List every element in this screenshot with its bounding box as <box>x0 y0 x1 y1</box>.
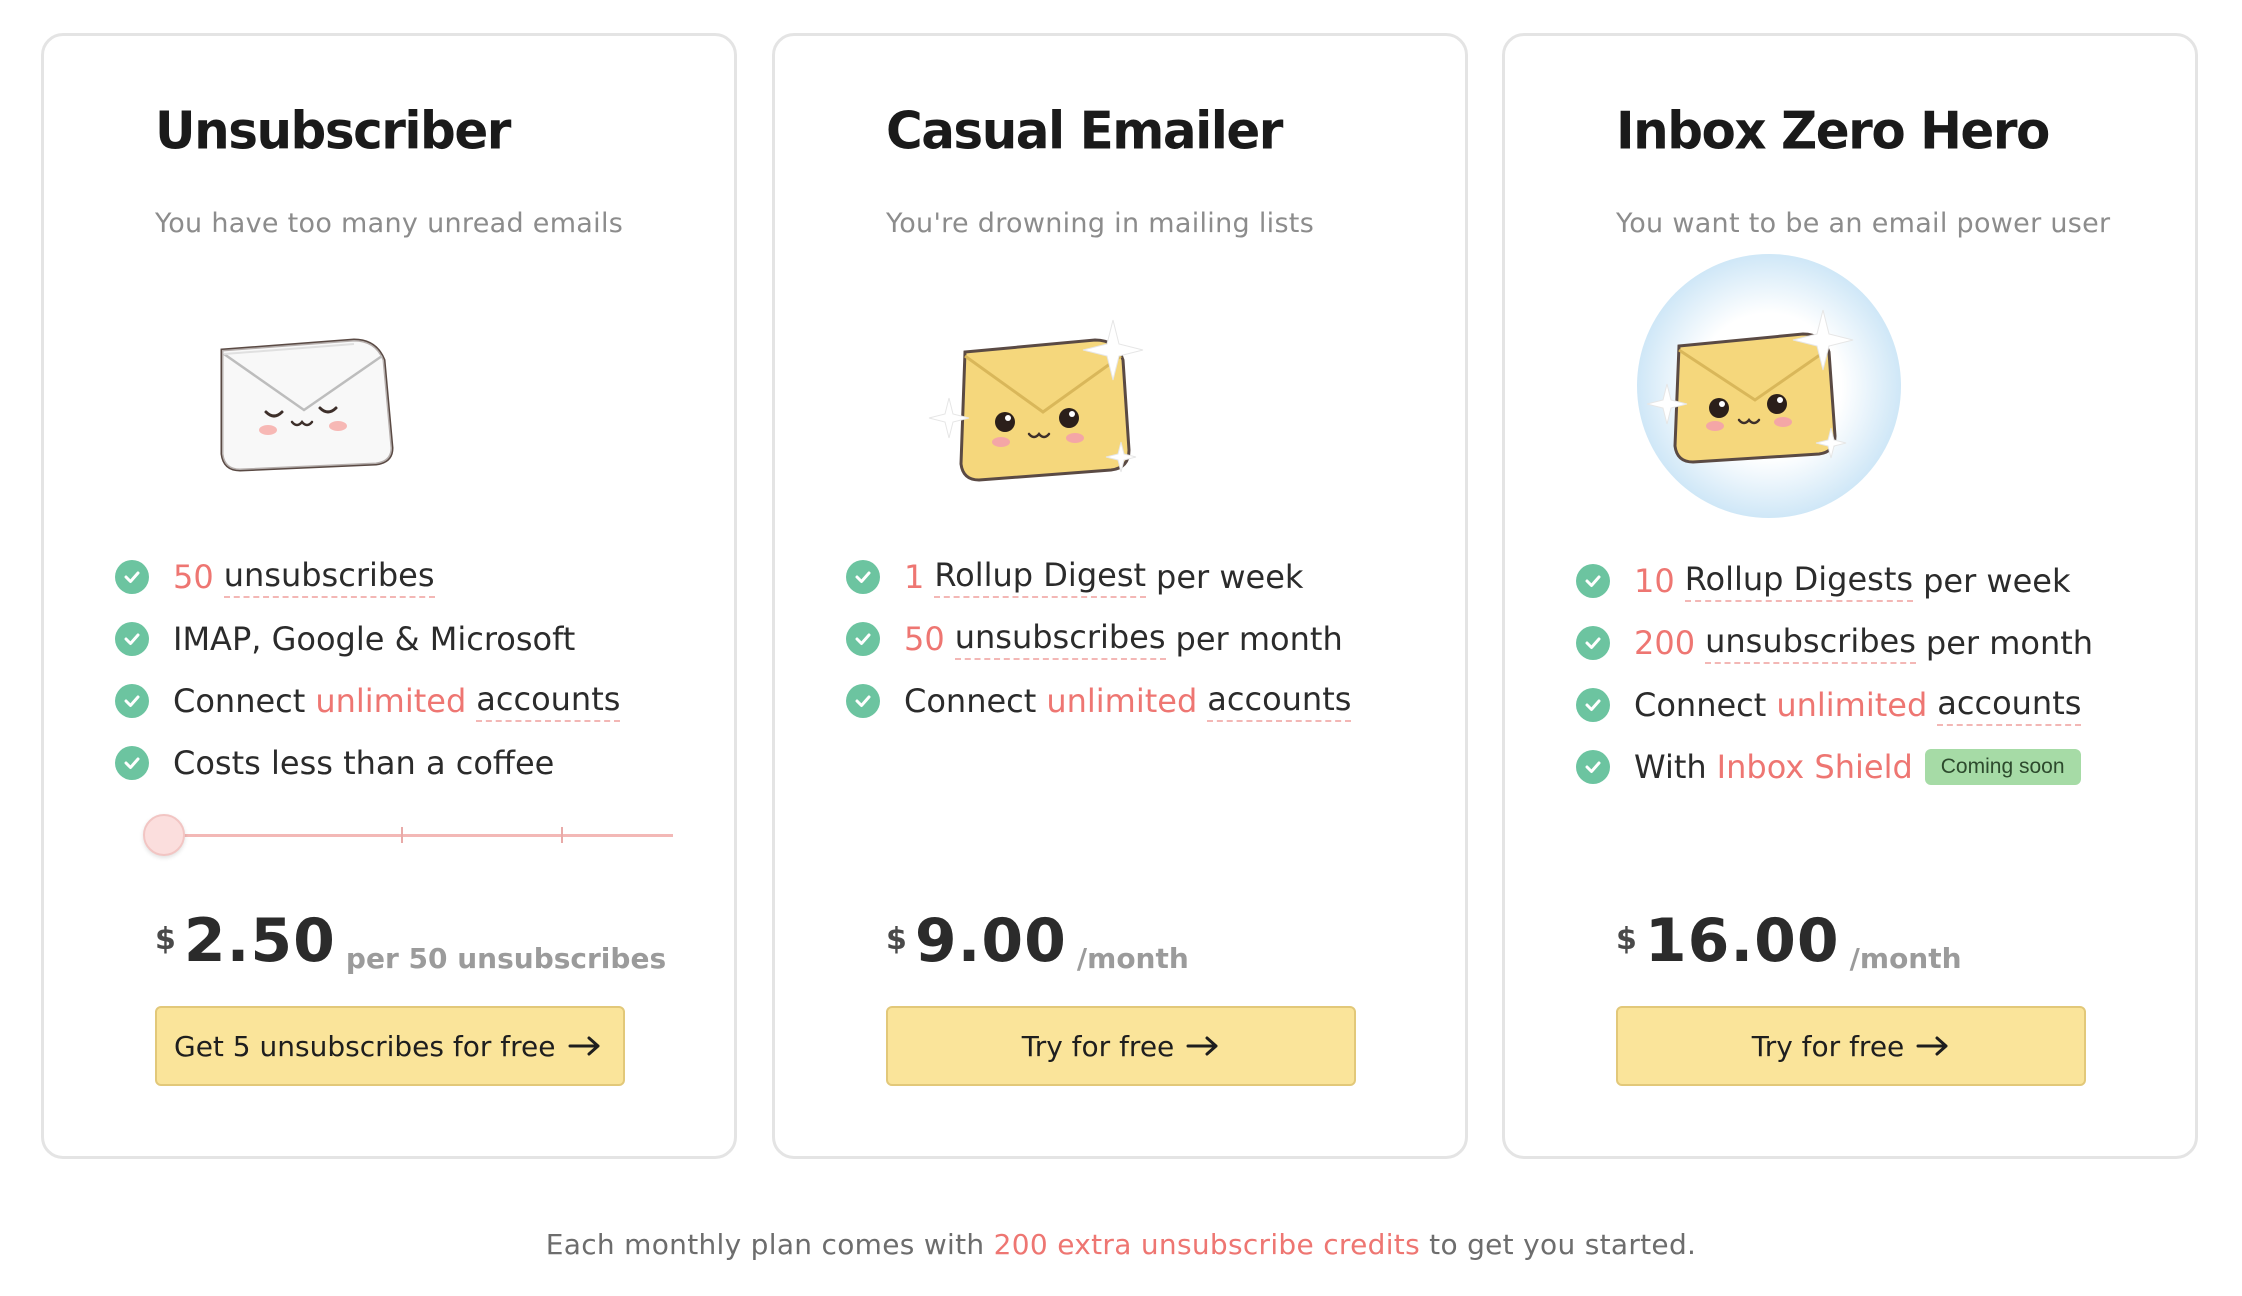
feature-item: 10 Rollup Digests per week <box>1576 550 2093 612</box>
slider-tick <box>561 827 563 843</box>
cta-label: Get 5 unsubscribes for free <box>174 1029 556 1063</box>
coming-soon-badge: Coming soon <box>1924 749 2081 785</box>
feature-count: 10 <box>1634 562 1675 600</box>
feature-item: Connect unlimited accounts <box>115 670 621 732</box>
feature-highlight: unlimited <box>315 682 467 720</box>
plan-subtitle: You're drowning in mailing lists <box>886 208 1315 239</box>
cta-label: Try for free <box>1751 1029 1905 1063</box>
check-icon <box>115 622 149 656</box>
feature-list: 10 Rollup Digests per week 200 unsubscri… <box>1576 550 2093 798</box>
feature-text: Connect <box>1634 686 1767 724</box>
check-icon <box>846 560 880 594</box>
feature-text: Connect <box>173 682 306 720</box>
feature-suffix: per week <box>1156 558 1304 596</box>
plan-card-casual-emailer: Casual Emailer You're drowning in mailin… <box>772 33 1468 1159</box>
feature-count: 50 <box>904 620 945 658</box>
check-icon <box>1576 564 1610 598</box>
feature-suffix: per month <box>1175 620 1343 658</box>
check-icon <box>1576 688 1610 722</box>
price-period: /month <box>1076 942 1189 975</box>
feature-item: IMAP, Google & Microsoft <box>115 608 620 670</box>
check-icon <box>1576 750 1610 784</box>
feature-item: Connect unlimited accounts <box>1576 674 2093 736</box>
slider-tick <box>401 827 403 843</box>
plan-card-inbox-zero-hero: Inbox Zero Hero You want to be an email … <box>1502 33 2198 1159</box>
try-for-free-button[interactable]: Try for free <box>1616 1006 2086 1086</box>
feature-item: Connect unlimited accounts <box>846 670 1352 732</box>
plan-price: $ 2.50 per 50 unsubscribes <box>155 906 666 976</box>
plan-subtitle: You want to be an email power user <box>1616 208 2111 239</box>
feature-text: Rollup Digest <box>934 556 1147 598</box>
check-icon <box>846 622 880 656</box>
feature-text: accounts <box>1937 684 2082 726</box>
feature-highlight: unlimited <box>1046 682 1198 720</box>
arrow-right-icon <box>1186 1035 1220 1057</box>
feature-suffix: per week <box>1923 562 2071 600</box>
plan-title: Casual Emailer <box>886 100 1283 162</box>
price-amount: 9.00 <box>914 906 1067 976</box>
feature-text: With <box>1634 748 1707 786</box>
get-free-unsubscribes-button[interactable]: Get 5 unsubscribes for free <box>155 1006 625 1086</box>
feature-text: accounts <box>1207 680 1352 722</box>
feature-highlight: unlimited <box>1776 686 1928 724</box>
feature-suffix: per month <box>1925 624 2094 662</box>
feature-text: unsubscribes <box>1705 622 1916 664</box>
price-period: per 50 unsubscribes <box>345 942 667 975</box>
slider-track[interactable] <box>153 834 673 837</box>
feature-list: 50 unsubscribes IMAP, Google & Microsoft… <box>115 546 621 794</box>
plan-price: $ 9.00 /month <box>886 906 1189 976</box>
check-icon <box>115 746 149 780</box>
feature-item: 1 Rollup Digest per week <box>846 546 1351 608</box>
try-for-free-button[interactable]: Try for free <box>886 1006 1356 1086</box>
footer-note: Each monthly plan comes with 200 extra u… <box>0 1228 2242 1261</box>
feature-text: unsubscribes <box>223 556 435 598</box>
currency-symbol: $ <box>886 922 907 957</box>
feature-text: accounts <box>476 680 621 722</box>
check-icon <box>1576 626 1610 660</box>
feature-item: 200 unsubscribes per month <box>1576 612 2093 674</box>
check-icon <box>846 684 880 718</box>
check-icon <box>115 560 149 594</box>
shielded-envelope-illustration <box>1637 254 1901 518</box>
footer-highlight: 200 extra unsubscribe credits <box>993 1228 1420 1261</box>
feature-text: Rollup Digests <box>1684 560 1914 602</box>
currency-symbol: $ <box>155 922 176 957</box>
sleepy-envelope-illustration <box>220 338 394 472</box>
cta-label: Try for free <box>1021 1029 1175 1063</box>
price-amount: 16.00 <box>1644 906 1840 976</box>
price-period: /month <box>1849 942 1962 975</box>
feature-text: Connect <box>904 682 1037 720</box>
footer-text: Each monthly plan comes with <box>545 1228 985 1261</box>
feature-item: With Inbox Shield Coming soon <box>1576 736 2093 798</box>
feature-text: Costs less than a coffee <box>173 744 555 782</box>
feature-list: 1 Rollup Digest per week 50 unsubscribes… <box>846 546 1352 732</box>
slider-thumb[interactable] <box>143 814 185 856</box>
feature-count: 1 <box>904 558 925 596</box>
check-icon <box>115 684 149 718</box>
feature-highlight: Inbox Shield <box>1716 748 1913 786</box>
feature-count: 50 <box>173 558 214 596</box>
plan-subtitle: You have too many unread emails <box>155 208 624 239</box>
plan-card-unsubscriber: Unsubscriber You have too many unread em… <box>41 33 737 1159</box>
feature-item: 50 unsubscribes <box>115 546 620 608</box>
feature-item: 50 unsubscribes per month <box>846 608 1351 670</box>
plan-title: Unsubscriber <box>155 100 511 162</box>
footer-text: to get you started. <box>1429 1228 1697 1261</box>
arrow-right-icon <box>568 1035 602 1057</box>
feature-item: Costs less than a coffee <box>115 732 620 794</box>
price-amount: 2.50 <box>183 906 336 976</box>
feature-text: unsubscribes <box>954 618 1166 660</box>
feature-count: 200 <box>1634 624 1696 662</box>
sparkly-envelope-illustration <box>928 319 1144 482</box>
currency-symbol: $ <box>1616 922 1637 957</box>
arrow-right-icon <box>1916 1035 1950 1057</box>
unsubscribe-quantity-slider[interactable] <box>143 814 673 858</box>
feature-text: IMAP, Google & Microsoft <box>173 620 576 658</box>
plan-title: Inbox Zero Hero <box>1616 100 2050 162</box>
plan-price: $ 16.00 /month <box>1616 906 1962 976</box>
